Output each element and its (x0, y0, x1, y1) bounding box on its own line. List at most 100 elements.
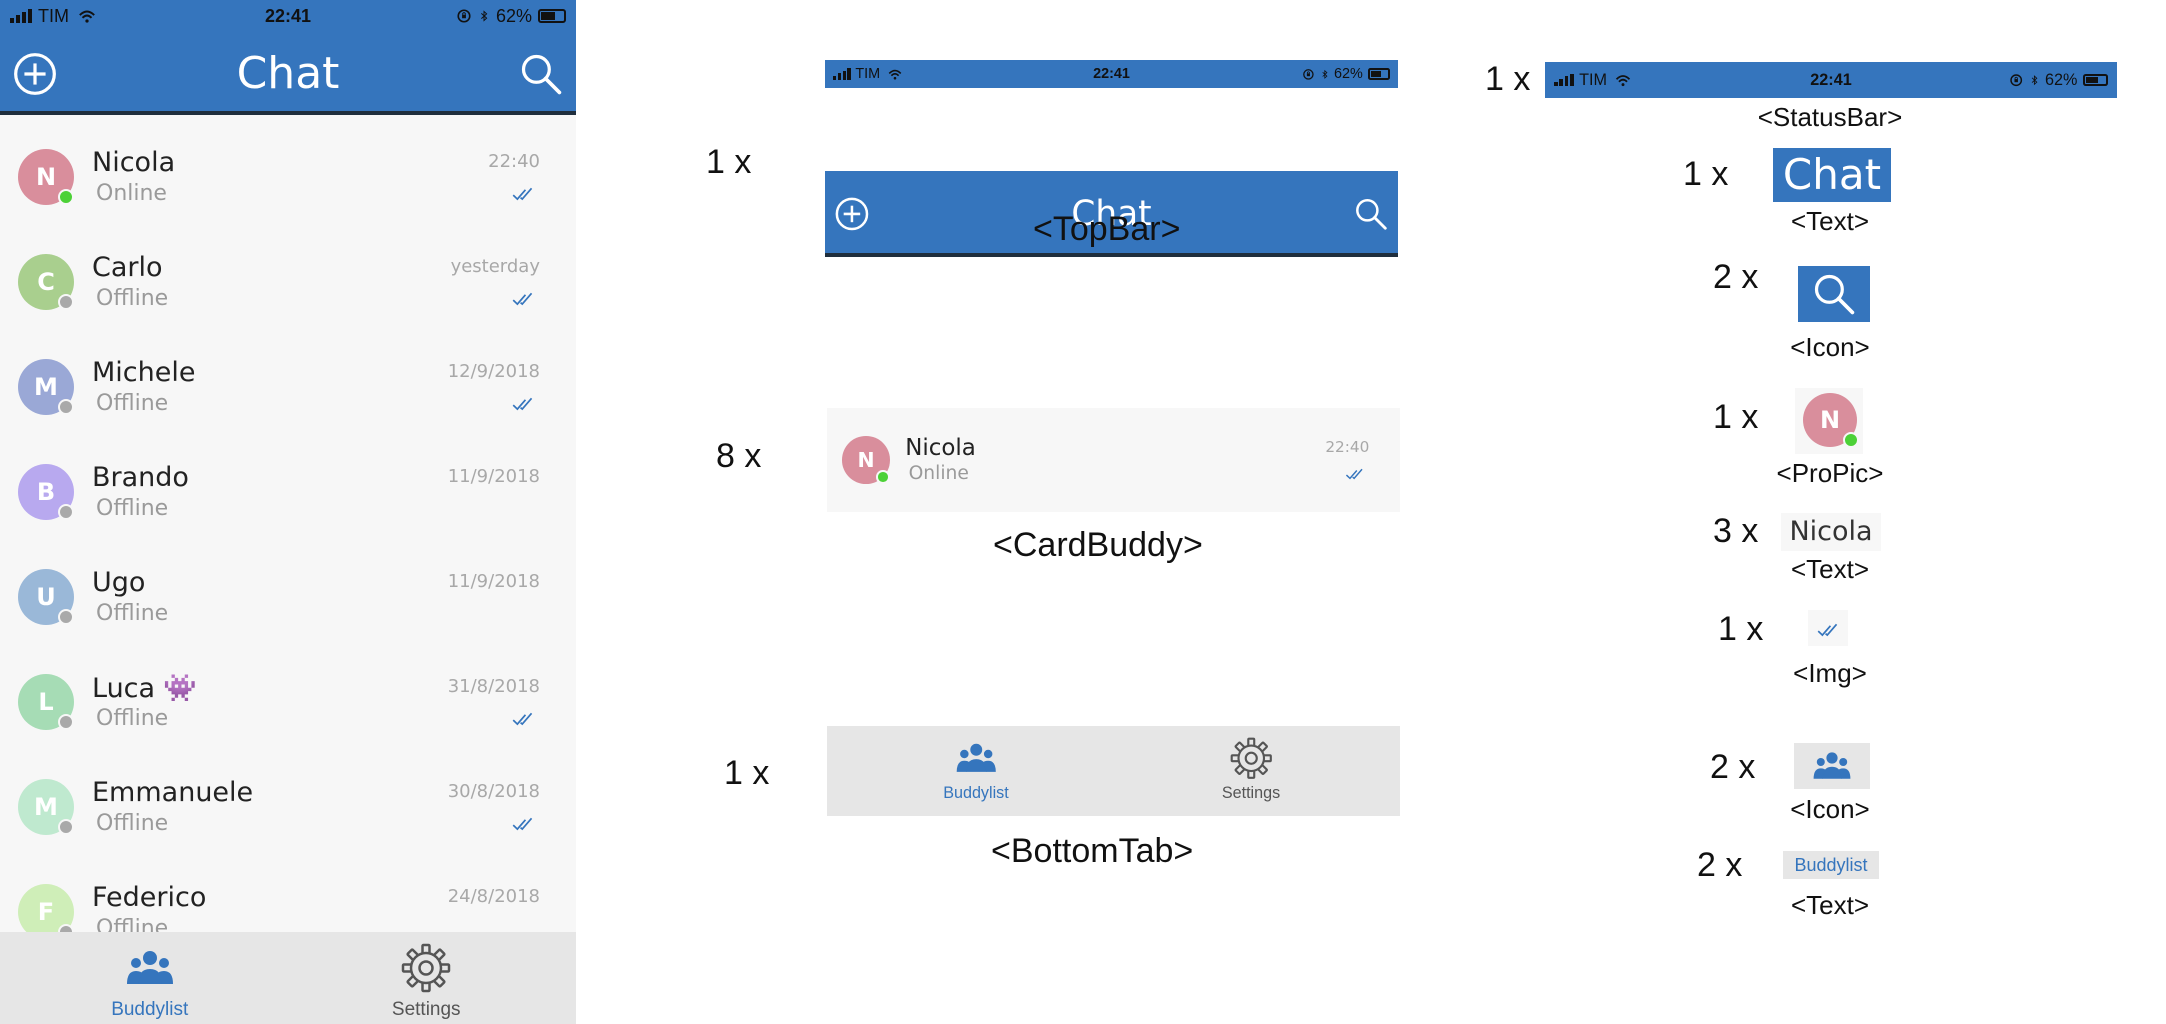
element-sample-propic: N (1795, 388, 1863, 454)
buddy-card[interactable]: M Michele Offline 12/9/2018 (0, 337, 576, 437)
buddy-name-text: Carlo (92, 252, 163, 283)
offline-status-dot (58, 504, 74, 520)
buddy-status: Offline (96, 811, 169, 836)
battery-fill (541, 12, 555, 20)
rotation-lock-icon-wrap (2009, 73, 2023, 87)
rotation-lock-icon (457, 9, 471, 23)
last-message-date: 12/9/2018 (447, 361, 540, 382)
last-message-date: 11/9/2018 (447, 466, 540, 487)
rotation-lock-icon-wrap (456, 8, 472, 24)
element-count: 3 x (1713, 512, 1759, 550)
battery-icon (2082, 73, 2108, 87)
rotation-lock-icon-wrap (1302, 68, 1315, 81)
tab-label: Buddylist (111, 999, 189, 1021)
element-label: <Icon> (1790, 794, 1870, 824)
tab-buddylist[interactable]: Buddylist (80, 932, 220, 1024)
element-label: <Icon> (1790, 332, 1870, 362)
buddy-status: Online (908, 463, 969, 485)
buddy-name-text: Federico (92, 882, 207, 913)
element-label: <Text> (1790, 206, 1870, 236)
bluetooth-icon (481, 10, 488, 22)
buddy-name-text: Nicola (92, 147, 176, 178)
read-ticks-icon (512, 817, 533, 831)
element-sample-icon (1798, 266, 1870, 322)
topbar-count: 1 x (706, 143, 752, 181)
last-message-date: 11/9/2018 (447, 571, 540, 592)
offline-status-dot (58, 609, 74, 625)
bluetooth-icon (2031, 74, 2038, 86)
component-card-buddy[interactable]: N Nicola Online 22:40 (827, 408, 1400, 512)
group-icon (1813, 752, 1851, 779)
buddy-status: Offline (96, 601, 169, 626)
last-message-date: 24/8/2018 (447, 886, 540, 907)
status-right: 62% (2009, 71, 2108, 90)
buddy-status: Offline (96, 496, 169, 521)
tab-label: Buddylist (943, 784, 1009, 803)
status-right: 62% (1302, 66, 1390, 82)
status-right: 62% (456, 6, 566, 27)
element-count: 1 x (1683, 155, 1729, 193)
buddy-card[interactable]: U Ugo Offline 11/9/2018 (0, 547, 576, 647)
offline-status-dot (58, 819, 74, 835)
last-message-date: yesterday (450, 256, 540, 277)
diagram-root: TIM 22:41 62% Chat N Nicola Online 22:40 C Carlo O… (0, 0, 2166, 1024)
buddy-card[interactable]: C Carlo Offline yesterday (0, 232, 576, 332)
rotation-lock-icon (1303, 68, 1314, 80)
battery-fill (1370, 71, 1381, 77)
tab-buddylist[interactable]: Buddylist (916, 726, 1035, 816)
buddy-status: Offline (96, 706, 169, 731)
read-ticks-icon (512, 397, 533, 411)
phone-bottom-tab: Buddylist Settings (0, 932, 576, 1024)
bluetooth-icon-wrap (1320, 68, 1330, 81)
buddy-card[interactable]: M Emmanuele Offline 30/8/2018 (0, 757, 576, 857)
buddy-name-text: Ugo (92, 567, 146, 598)
element-status-bar: TIM 22:41 62% (1545, 62, 2117, 98)
buddy-name: Federico (92, 882, 206, 913)
offline-status-dot (58, 294, 74, 310)
phone-status-bar: TIM 22:41 62% (0, 0, 576, 32)
bottomtab-label: <BottomTab> (991, 832, 1194, 870)
element-label: <Text> (1790, 554, 1870, 584)
element-label: <ProPic> (1776, 458, 1884, 488)
element-label: <Img> (1793, 658, 1867, 688)
buddy-card[interactable]: N Nicola Online 22:40 (0, 127, 576, 227)
element-sample-name: Nicola (1781, 513, 1881, 551)
element-sample-img (1808, 610, 1848, 646)
buddy-card[interactable]: L Luca 👾 Offline 31/8/2018 (0, 652, 576, 752)
buddy-name-text: Emmanuele (92, 777, 254, 808)
buddy-name: Ugo (92, 567, 145, 598)
gear-icon (401, 943, 451, 993)
battery-fill (2085, 76, 2098, 84)
add-circle-icon[interactable] (12, 51, 58, 97)
rotation-lock-icon (2010, 74, 2023, 86)
topbar-label: <TopBar> (1033, 210, 1181, 248)
buddy-name-text: Brando (92, 462, 189, 493)
read-ticks-icon (512, 712, 533, 726)
page-title: Chat (236, 47, 340, 99)
buddy-name-text: Luca (92, 673, 156, 704)
tab-settings[interactable]: Settings (356, 932, 496, 1024)
last-message-date: 22:40 (488, 151, 540, 172)
bluetooth-icon-wrap (478, 8, 490, 24)
bottomtab-count: 1 x (724, 754, 770, 792)
last-message-date: 30/8/2018 (447, 781, 540, 802)
element-count: 2 x (1713, 258, 1759, 296)
element-sample-title: Chat (1773, 148, 1891, 202)
battery-percent: 62% (2045, 70, 2078, 89)
read-ticks-icon (1346, 469, 1363, 480)
add-circle-icon[interactable] (834, 196, 870, 232)
buddy-name-text: Nicola (905, 434, 976, 461)
element-count: 2 x (1710, 748, 1756, 786)
buddy-name-text: Michele (92, 357, 196, 388)
offline-status-dot (58, 714, 74, 730)
phone-top-bar: Chat (0, 32, 576, 115)
buddy-card[interactable]: B Brando Offline 11/9/2018 (0, 442, 576, 542)
buddy-status: Offline (96, 286, 169, 311)
tab-label: Settings (391, 999, 461, 1021)
buddy-name: Emmanuele (92, 777, 253, 808)
buddy-name: Carlo (92, 252, 163, 283)
search-icon[interactable] (518, 51, 564, 97)
search-icon[interactable] (1353, 196, 1389, 232)
element-count: 1 x (1713, 398, 1759, 436)
tab-settings[interactable]: Settings (1192, 726, 1311, 816)
